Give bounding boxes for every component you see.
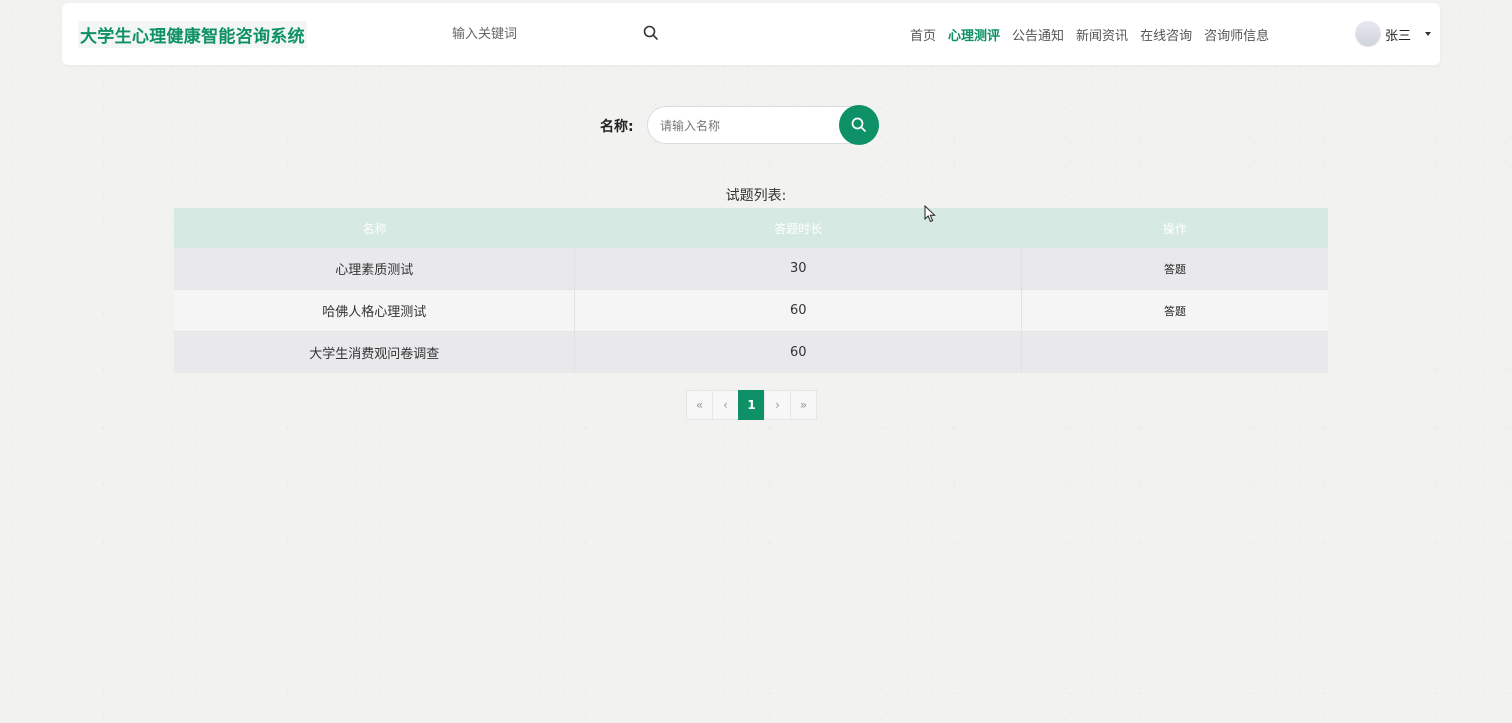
top-header: 大学生心理健康智能咨询系统 首页 心理测评 公告通知 新闻资讯 在线咨询 咨询师…	[62, 3, 1440, 65]
quiz-name: 哈佛人格心理测试	[174, 289, 576, 332]
first-page-button[interactable]: «	[686, 390, 713, 420]
action-cell: 答题	[1021, 248, 1328, 290]
nav-psych-assessment[interactable]: 心理测评	[948, 25, 1000, 44]
nav-news[interactable]: 新闻资讯	[1076, 25, 1128, 44]
action-cell: 答题	[1021, 289, 1328, 332]
column-header-duration: 答题时长	[574, 208, 1022, 248]
search-icon[interactable]	[642, 24, 660, 42]
prev-page-button[interactable]: ‹	[712, 390, 739, 420]
search-button[interactable]	[839, 105, 879, 145]
table-header-row: 名称 答题时长 操作	[174, 208, 1328, 248]
header-search	[442, 17, 662, 49]
main-nav: 首页 心理测评 公告通知 新闻资讯 在线咨询 咨询师信息	[910, 25, 1281, 44]
quiz-duration: 60	[574, 331, 1023, 373]
quiz-table: 名称 答题时长 操作 心理素质测试 30 答题 哈佛人格心理测试 60 答题 大…	[174, 208, 1328, 373]
keyword-search-input[interactable]	[450, 21, 634, 47]
nav-home[interactable]: 首页	[910, 25, 936, 44]
answer-button[interactable]: 答题	[1164, 263, 1186, 276]
table-row: 大学生消费观问卷调查 60	[174, 331, 1328, 373]
answer-button[interactable]: 答题	[1164, 305, 1186, 318]
page-1-button[interactable]: 1	[738, 390, 765, 420]
table-row: 心理素质测试 30 答题	[174, 248, 1328, 290]
quiz-name: 大学生消费观问卷调查	[174, 331, 576, 373]
next-page-button[interactable]: ›	[764, 390, 791, 420]
chevron-down-icon[interactable]	[1425, 32, 1432, 36]
mouse-cursor-icon	[924, 205, 936, 223]
avatar[interactable]	[1355, 21, 1381, 47]
nav-counselor-info[interactable]: 咨询师信息	[1204, 25, 1269, 44]
user-menu[interactable]: 张三	[1355, 21, 1432, 47]
name-search-input[interactable]	[658, 115, 842, 137]
quiz-name: 心理素质测试	[174, 248, 576, 290]
quiz-duration: 30	[574, 248, 1023, 290]
nav-announcements[interactable]: 公告通知	[1012, 25, 1064, 44]
user-name[interactable]: 张三	[1385, 25, 1411, 44]
quiz-duration: 60	[574, 289, 1023, 332]
pagination: « ‹ 1 › »	[686, 390, 817, 420]
search-icon	[851, 117, 866, 132]
site-logo[interactable]: 大学生心理健康智能咨询系统	[78, 21, 307, 48]
action-cell	[1021, 331, 1328, 373]
list-title: 试题列表:	[725, 188, 787, 204]
last-page-button[interactable]: »	[790, 390, 817, 420]
column-header-name: 名称	[174, 208, 575, 248]
column-header-action: 操作	[1021, 208, 1328, 248]
table-row: 哈佛人格心理测试 60 答题	[174, 289, 1328, 332]
name-search-label: 名称:	[600, 119, 634, 135]
nav-online-consult[interactable]: 在线咨询	[1140, 25, 1192, 44]
